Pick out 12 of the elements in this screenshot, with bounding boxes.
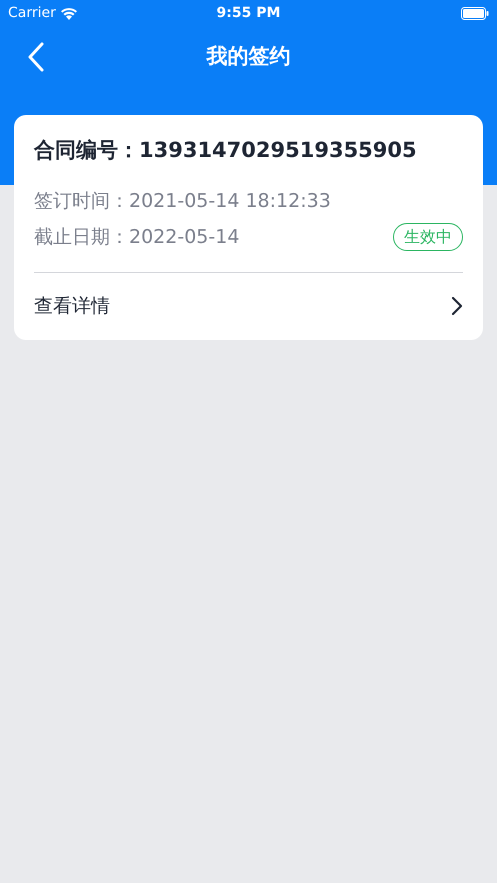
view-details-link[interactable]: 查看详情 [34, 292, 110, 320]
back-button[interactable] [26, 41, 46, 73]
battery-icon [461, 6, 489, 20]
page-title: 我的签约 [206, 43, 290, 70]
wifi-icon [60, 6, 78, 20]
carrier-label: Carrier [8, 4, 56, 22]
deadline-date: 截止日期：2022-05-14 [34, 225, 240, 250]
contract-number: 合同编号：1393147029519355905 [34, 137, 418, 164]
chevron-right-icon [451, 296, 463, 316]
status-badge: 生效中 [393, 223, 463, 252]
signing-time: 签订时间：2021-05-14 18:12:33 [34, 188, 332, 214]
clock: 9:55 PM [216, 4, 280, 22]
